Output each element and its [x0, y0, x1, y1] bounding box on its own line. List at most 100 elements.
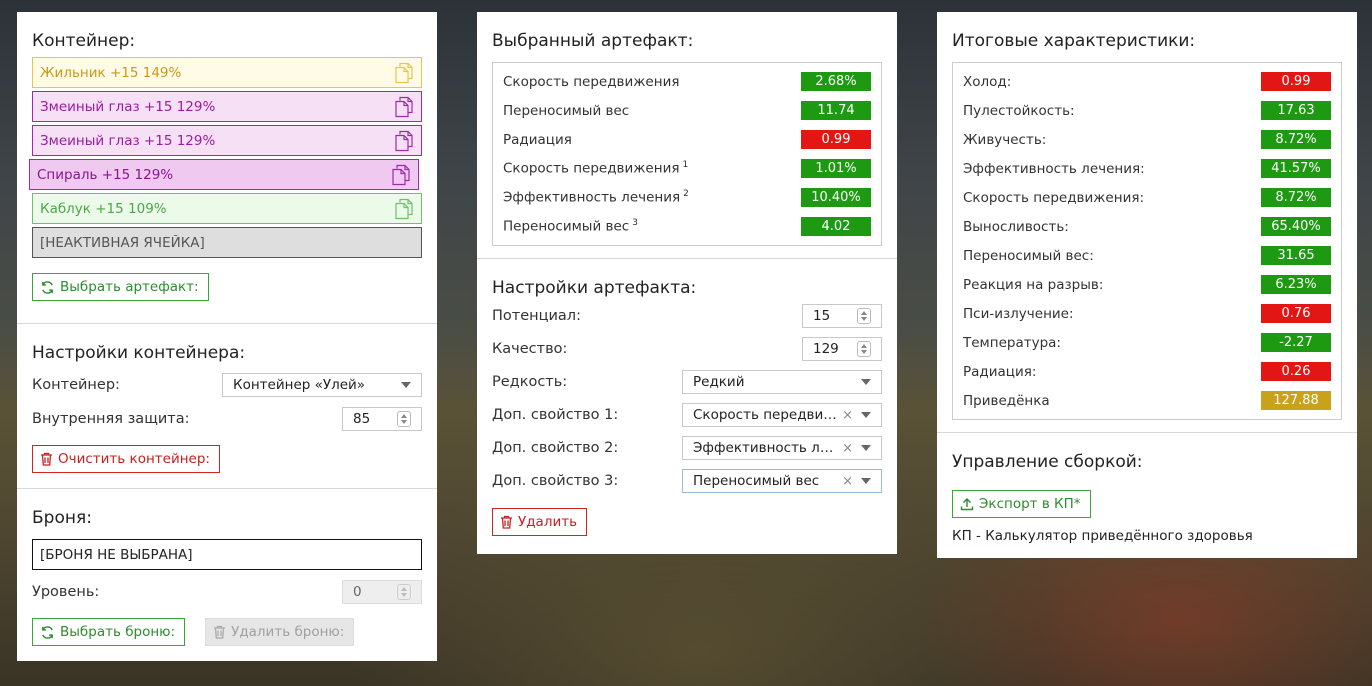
container-slot[interactable]: Каблук +15 109%	[32, 193, 422, 224]
container-slot[interactable]: Змеиный глаз +15 129%	[32, 91, 422, 122]
export-button[interactable]: Экспорт в КП*	[952, 490, 1091, 518]
stat-value-badge: 0.76	[1261, 304, 1331, 323]
stat-footnote: 2	[683, 189, 689, 200]
stat-name-text: Живучесть:	[963, 131, 1047, 148]
selected-artifact-title: Выбранный артефакт:	[492, 31, 694, 51]
stat-name-text: Эффективность лечения:	[963, 160, 1145, 177]
stat-name-text: Эффективность лечения	[503, 189, 681, 206]
stat-name: Живучесть:	[963, 132, 1046, 148]
stat-name-text: Переносимый вес:	[963, 247, 1094, 264]
spinner-arrows-icon[interactable]	[857, 308, 871, 324]
container-select[interactable]: Контейнер «Улей»	[222, 373, 422, 397]
container-slot[interactable]: Жильник +15 149%	[32, 57, 422, 88]
stat-name: Скорость передвижения	[503, 74, 679, 90]
container-slot[interactable]: Спираль +15 129%	[29, 159, 419, 190]
clear-icon[interactable]: ×	[842, 474, 853, 489]
right-panel: Итоговые характеристики: Холод: 0.99 Пулес…	[937, 12, 1357, 558]
stat-footnote: 3	[632, 218, 638, 229]
armor-field[interactable]: [БРОНЯ НЕ ВЫБРАНА]	[32, 539, 422, 570]
delete-artifact-label: Удалить	[518, 514, 578, 530]
clear-icon[interactable]: ×	[842, 408, 853, 423]
stat-row: Скорость передвижения: 8.72%	[963, 183, 1331, 212]
inner-protection-label: Внутренняя защита:	[32, 411, 190, 427]
stat-name-text: Пси-излучение:	[963, 305, 1074, 322]
spinner-arrows-icon[interactable]	[857, 341, 871, 357]
container-slots: Жильник +15 149% Змеиный глаз +15 129% Зме…	[29, 57, 422, 258]
container-slot-label: Змеиный глаз +15 129%	[40, 132, 216, 149]
container-slot[interactable]: Змеиный глаз +15 129%	[32, 125, 422, 156]
prop2-select-value: Эффективность лечения	[693, 440, 838, 456]
artifact-stats-box: Скорость передвижения 2.68% Переносимый ве…	[492, 62, 882, 246]
stat-value-badge: 31.65	[1261, 246, 1331, 265]
clear-container-button[interactable]: Очистить контейнер:	[32, 445, 220, 473]
copy-icon[interactable]	[391, 164, 411, 186]
container-settings-title: Настройки контейнера:	[32, 343, 246, 363]
copy-icon[interactable]	[394, 96, 414, 118]
stat-row: Эффективность лечения: 41.57%	[963, 154, 1331, 183]
rarity-select[interactable]: Редкий	[682, 370, 882, 394]
stat-name: Приведёнка	[963, 393, 1050, 409]
prop2-select[interactable]: Эффективность лечения ×	[682, 436, 882, 460]
container-slot-label: Спираль +15 129%	[37, 166, 174, 183]
stat-value-badge: 8.72%	[1261, 130, 1331, 149]
clear-icon[interactable]: ×	[842, 441, 853, 456]
potential-stepper[interactable]: 15	[802, 304, 882, 328]
prop2-label: Доп. свойство 2:	[492, 440, 619, 456]
quality-stepper[interactable]: 129	[802, 337, 882, 361]
stat-name-text: Температура:	[963, 334, 1061, 351]
armor-field-value: [БРОНЯ НЕ ВЫБРАНА]	[40, 546, 193, 563]
armor-section: Броня: [БРОНЯ НЕ ВЫБРАНА] Уровень: 0 Выб…	[17, 488, 437, 661]
stat-value-badge: 0.26	[1261, 362, 1331, 381]
delete-artifact-button[interactable]: Удалить	[492, 508, 588, 536]
copy-icon[interactable]	[394, 62, 414, 84]
stat-name-text: Радиация:	[963, 363, 1037, 380]
stat-value-badge: 4.02	[801, 217, 871, 236]
armor-level-stepper[interactable]: 0	[342, 580, 422, 604]
stat-name-text: Скорость передвижения:	[963, 189, 1145, 206]
copy-icon[interactable]	[394, 198, 414, 220]
totals-title: Итоговые характеристики:	[952, 31, 1196, 51]
stat-name-text: Радиация	[503, 131, 572, 148]
spinner-arrows-icon[interactable]	[397, 584, 411, 600]
stat-name: Переносимый вес	[503, 103, 629, 119]
inner-protection-stepper[interactable]: 85	[342, 407, 422, 431]
stat-row: Переносимый вес: 31.65	[963, 241, 1331, 270]
stat-name: Эффективность лечения 2	[503, 189, 689, 206]
stat-value-badge: 8.72%	[1261, 188, 1331, 207]
stat-name-text: Холод:	[963, 73, 1012, 90]
remove-armor-label: Удалить броню:	[231, 624, 345, 640]
upload-icon	[960, 498, 974, 511]
prop1-select-value: Скорость передвижения	[693, 407, 838, 423]
stat-name-text: Реакция на разрыв:	[963, 276, 1104, 293]
remove-armor-button[interactable]: Удалить броню:	[205, 618, 355, 646]
container-section: Контейнер: Жильник +15 149% Змеиный глаз …	[17, 12, 437, 323]
potential-value: 15	[813, 308, 831, 324]
container-slot-label: Жильник +15 149%	[40, 64, 182, 81]
stat-name: Скорость передвижения 1	[503, 160, 688, 177]
stat-name: Реакция на разрыв:	[963, 277, 1103, 293]
export-label: Экспорт в КП*	[979, 496, 1081, 512]
stat-value-badge: 1.01%	[801, 159, 871, 178]
stat-value-badge: 6.23%	[1261, 275, 1331, 294]
stat-value-badge: 2.68%	[801, 72, 871, 91]
stat-name: Эффективность лечения:	[963, 161, 1145, 177]
prop3-label: Доп. свойство 3:	[492, 473, 619, 489]
prop3-select[interactable]: Переносимый вес ×	[682, 469, 882, 493]
select-artifact-button[interactable]: Выбрать артефакт:	[32, 273, 209, 301]
artifact-settings-section: Настройки артефакта: Потенциал: 15 Качес…	[477, 258, 897, 554]
stat-name: Переносимый вес:	[963, 248, 1094, 264]
stat-name: Холод:	[963, 74, 1011, 90]
rarity-label: Редкость:	[492, 374, 568, 390]
prop3-select-value: Переносимый вес	[693, 473, 820, 489]
copy-icon[interactable]	[394, 130, 414, 152]
build-management-title: Управление сборкой:	[952, 452, 1143, 472]
select-armor-button[interactable]: Выбрать броню:	[32, 618, 186, 646]
potential-label: Потенциал:	[492, 308, 581, 324]
stat-name: Радиация:	[963, 364, 1036, 380]
stat-value-badge: 10.40%	[801, 188, 871, 207]
container-slot[interactable]: [НЕАКТИВНАЯ ЯЧЕЙКА]	[32, 227, 422, 258]
prop1-select[interactable]: Скорость передвижения ×	[682, 403, 882, 427]
spinner-arrows-icon[interactable]	[397, 411, 411, 427]
chevron-down-icon	[861, 478, 871, 484]
total-stats-box: Холод: 0.99 Пулестойкость: 17.63 Живучесть: 8…	[952, 62, 1342, 420]
